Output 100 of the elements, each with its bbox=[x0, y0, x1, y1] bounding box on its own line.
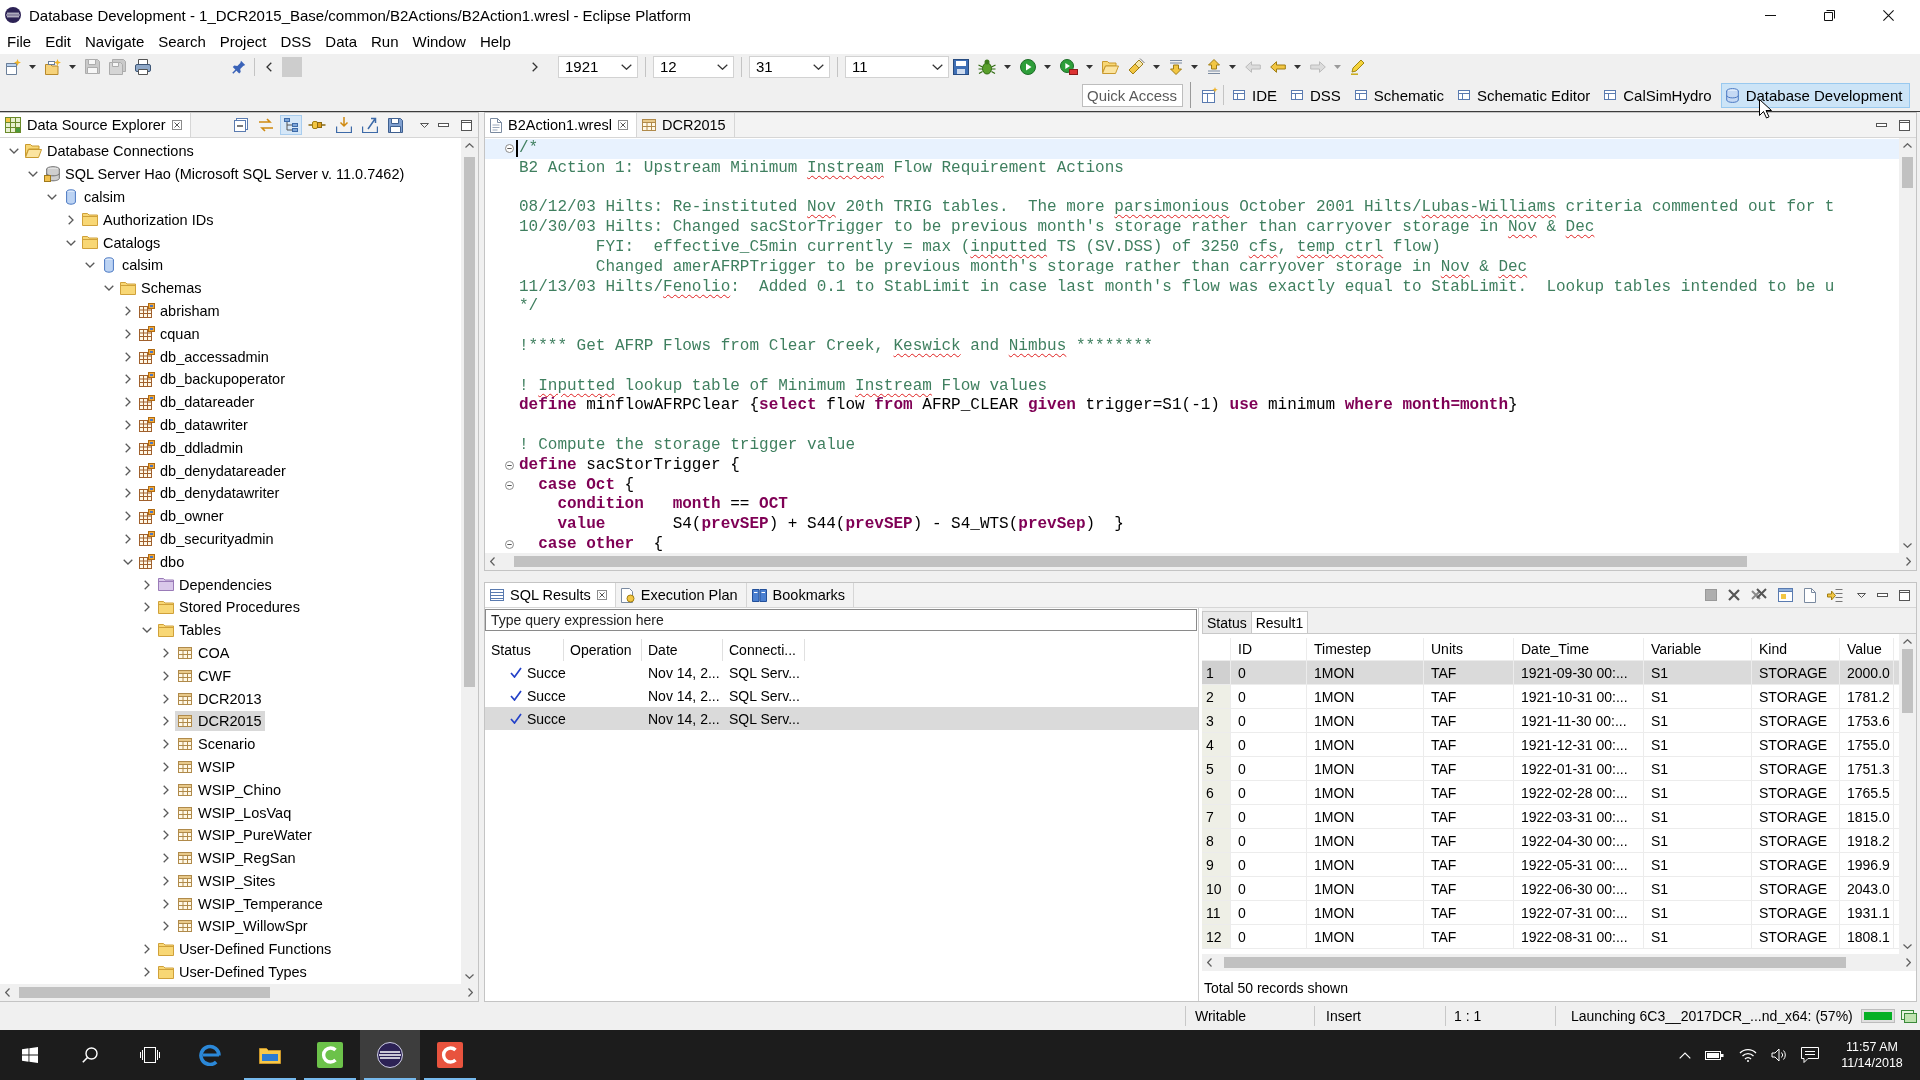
view-menu-icon[interactable] bbox=[1857, 592, 1866, 598]
tree-item[interactable]: WSIP_PureWater bbox=[175, 825, 315, 846]
combo-box[interactable]: 1921 bbox=[558, 55, 638, 78]
bug-icon[interactable] bbox=[978, 58, 996, 75]
chevron-right-icon[interactable] bbox=[144, 602, 150, 613]
table-row[interactable]: 7 0 1MON TAF 1922-03-31 00:... S1 STORAGE 1815.0 bbox=[1202, 805, 1899, 829]
chevron-down-icon[interactable] bbox=[1903, 944, 1912, 949]
tree-item[interactable]: Database Connections bbox=[23, 141, 197, 162]
new-folder-icon[interactable] bbox=[45, 58, 61, 75]
table-row[interactable]: 8 0 1MON TAF 1922-04-30 00:... S1 STORAGE 1918.2 bbox=[1202, 829, 1899, 853]
highlighter-icon[interactable] bbox=[1350, 58, 1366, 75]
column-header[interactable]: Date_Time bbox=[1514, 638, 1644, 660]
tree-item[interactable]: User-Defined Types bbox=[156, 962, 310, 983]
tree-item[interactable]: db_ddladmin bbox=[137, 437, 247, 458]
tree-item[interactable]: Dependencies bbox=[156, 574, 275, 595]
filter-field[interactable]: Type query expression here bbox=[485, 609, 1197, 631]
chevron-down-icon[interactable] bbox=[28, 171, 38, 178]
chevron-right-icon[interactable] bbox=[1906, 958, 1911, 967]
table-row[interactable]: 11 0 1MON TAF 1922-07-31 00:... S1 STORAGE 1931.1 bbox=[1202, 901, 1899, 925]
chevron-right-icon[interactable] bbox=[144, 967, 150, 978]
chevron-right-icon[interactable] bbox=[125, 351, 131, 362]
tree-item[interactable]: calsim bbox=[61, 187, 129, 207]
vertical-scrollbar[interactable] bbox=[461, 138, 478, 984]
table-row[interactable]: 1 0 1MON TAF 1921-09-30 00:... S1 STORAGE 2000.0 bbox=[1202, 661, 1899, 685]
caret-icon[interactable] bbox=[1044, 64, 1051, 69]
column-header[interactable]: Status bbox=[485, 639, 564, 661]
chevron-right-icon[interactable] bbox=[125, 442, 131, 453]
menu-item[interactable]: Project bbox=[212, 31, 274, 53]
view-tab[interactable]: SQL Results bbox=[485, 583, 616, 607]
chevron-right-icon[interactable] bbox=[144, 944, 150, 955]
caret-icon[interactable] bbox=[1004, 64, 1011, 69]
chevron-down-icon[interactable] bbox=[932, 63, 943, 70]
editor-tab[interactable]: DCR2015 bbox=[636, 113, 735, 137]
view-tab[interactable]: Data Source Explorer bbox=[0, 113, 191, 137]
menu-item[interactable]: Search bbox=[151, 31, 213, 53]
chevron-right-icon[interactable] bbox=[163, 739, 169, 750]
chevron-right-icon[interactable] bbox=[163, 670, 169, 681]
quick-access-field[interactable]: Quick Access bbox=[1082, 83, 1183, 107]
chevron-right-icon[interactable] bbox=[125, 374, 131, 385]
chevron-right-icon[interactable] bbox=[125, 397, 131, 408]
tree-item[interactable]: db_datareader bbox=[137, 392, 258, 413]
horizontal-scrollbar[interactable] bbox=[485, 553, 1916, 570]
chevron-down-icon[interactable] bbox=[9, 148, 19, 155]
chevron-right-icon[interactable] bbox=[125, 305, 131, 316]
scrollbar-thumb[interactable] bbox=[19, 987, 271, 998]
menu-item[interactable]: Run bbox=[364, 31, 406, 53]
combo-box[interactable]: 11 bbox=[845, 55, 949, 78]
toggle-button[interactable] bbox=[280, 115, 302, 135]
vertical-scrollbar[interactable] bbox=[1899, 634, 1916, 954]
view-menu-icon[interactable] bbox=[420, 122, 429, 128]
tree-item[interactable]: WSIP bbox=[175, 756, 239, 777]
scrollbar-thumb[interactable] bbox=[1223, 957, 1847, 968]
table-row[interactable]: 10 0 1MON TAF 1922-06-30 00:... S1 STORAGE 2043.0 bbox=[1202, 877, 1899, 901]
chevron-down-icon[interactable] bbox=[123, 558, 133, 565]
play-toolbox-icon[interactable] bbox=[1060, 58, 1078, 75]
table-row[interactable]: 5 0 1MON TAF 1922-01-31 00:... S1 STORAGE 1751.3 bbox=[1202, 757, 1899, 781]
chevron-left-icon[interactable] bbox=[1207, 958, 1212, 967]
chevron-right-icon[interactable] bbox=[125, 533, 131, 544]
collapse-icon[interactable] bbox=[505, 540, 514, 550]
perspective-button[interactable]: IDE bbox=[1228, 82, 1282, 108]
tree-item[interactable]: db_denydatawriter bbox=[137, 483, 283, 504]
window-icon[interactable] bbox=[1778, 588, 1793, 602]
tree-item[interactable]: Tables bbox=[156, 620, 224, 641]
print-icon[interactable] bbox=[135, 58, 151, 75]
tree-item[interactable]: dbo bbox=[137, 551, 188, 572]
battery-icon[interactable] bbox=[1705, 1049, 1725, 1061]
chevron-right-icon[interactable] bbox=[163, 647, 169, 658]
chevron-right-icon[interactable] bbox=[144, 579, 150, 590]
perspective-button[interactable]: Schematic bbox=[1349, 82, 1449, 108]
chevron-down-icon[interactable] bbox=[717, 63, 728, 70]
column-header[interactable]: Timestep bbox=[1307, 638, 1424, 660]
collapse-icon[interactable] bbox=[505, 144, 514, 154]
perspective-button[interactable]: Schematic Editor bbox=[1452, 82, 1596, 108]
stacked-windows-icon[interactable] bbox=[1900, 1009, 1917, 1023]
vertical-scrollbar[interactable] bbox=[1899, 138, 1916, 553]
menu-item[interactable]: File bbox=[0, 31, 39, 53]
perspective-button[interactable]: CalSimHydro bbox=[1599, 82, 1717, 108]
combo-box[interactable]: 31 bbox=[749, 55, 830, 78]
tree-item[interactable]: DCR2015 bbox=[175, 711, 265, 732]
chevron-right-icon[interactable] bbox=[163, 716, 169, 727]
caret-icon[interactable] bbox=[69, 64, 76, 69]
menu-item[interactable]: Data bbox=[318, 31, 364, 53]
column-header[interactable]: Variable bbox=[1644, 638, 1752, 660]
table-row[interactable]: 6 0 1MON TAF 1922-02-28 00:... S1 STORAGE 1765.5 bbox=[1202, 781, 1899, 805]
tree-item[interactable]: db_accessadmin bbox=[137, 346, 272, 367]
tree-item[interactable]: Schemas bbox=[118, 278, 205, 299]
menu-item[interactable]: Window bbox=[405, 31, 473, 53]
tree-item[interactable]: db_denydatareader bbox=[137, 460, 289, 481]
column-header[interactable]: Operation bbox=[564, 639, 642, 661]
chevron-down-icon[interactable] bbox=[66, 239, 76, 246]
perspective-button[interactable]: Database Development bbox=[1720, 82, 1911, 108]
tree-item[interactable]: CWF bbox=[175, 665, 234, 686]
caret-icon[interactable] bbox=[1153, 64, 1160, 69]
message-icon[interactable] bbox=[1801, 1047, 1819, 1063]
horizontal-scrollbar[interactable] bbox=[1202, 954, 1916, 971]
minimize-icon[interactable] bbox=[1877, 593, 1888, 597]
minimize-icon[interactable] bbox=[1876, 123, 1887, 127]
tree-item[interactable]: calsim bbox=[99, 255, 167, 276]
maximize-icon[interactable] bbox=[1899, 589, 1910, 601]
table-row[interactable]: Succe Nov 14, 2... SQL Serv... bbox=[485, 684, 1198, 707]
